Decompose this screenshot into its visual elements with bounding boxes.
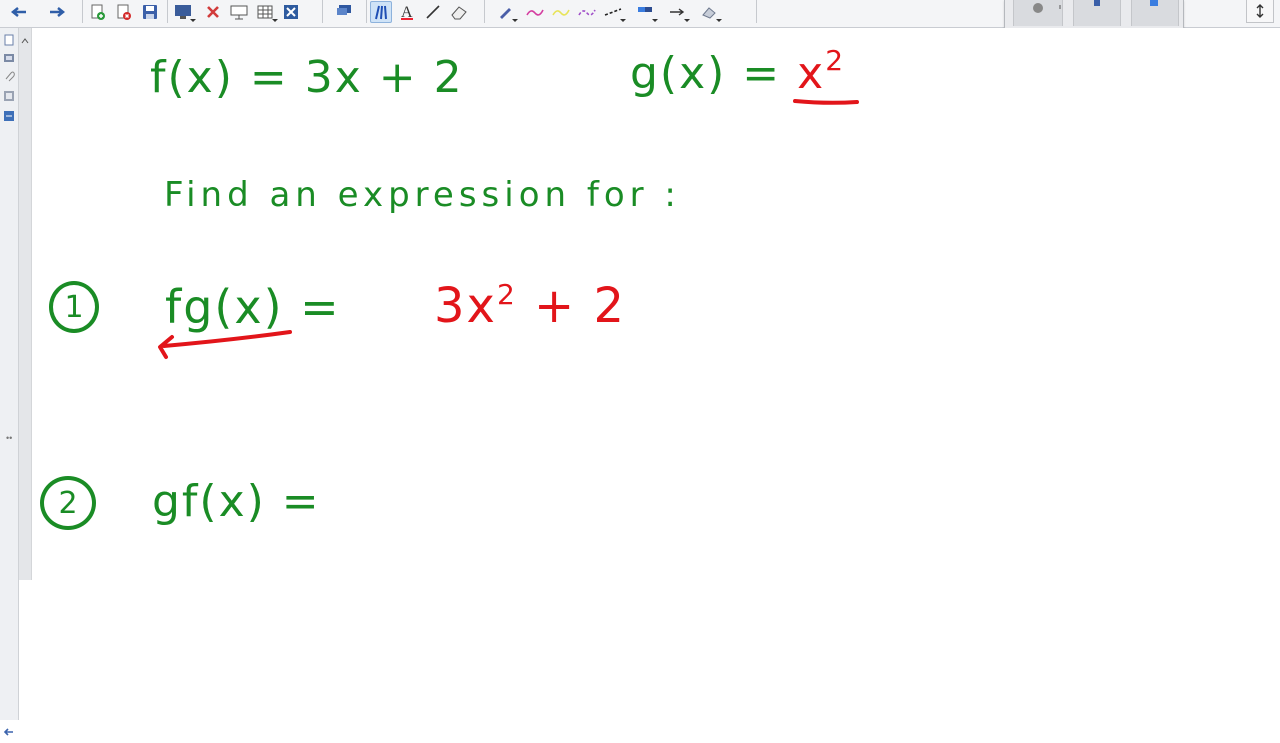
page-sorter-icon[interactable] [3, 33, 15, 46]
color-button[interactable] [1073, 0, 1121, 26]
pen-types-group [486, 0, 757, 23]
pen-color-icon[interactable] [494, 1, 518, 23]
ink-strokes [158, 99, 859, 359]
delete-icon[interactable] [202, 1, 224, 23]
forward-arrow-icon[interactable] [46, 1, 68, 23]
creative-pen-icon[interactable] [576, 1, 598, 23]
capture-group [326, 0, 367, 23]
scroll-up-icon[interactable] [21, 31, 29, 49]
eraser-icon[interactable] [448, 1, 470, 23]
tools-group-1 [170, 0, 323, 23]
line-style-button[interactable] [1013, 0, 1063, 26]
screen-shade-icon[interactable] [172, 1, 196, 23]
up-down-arrow-icon [1256, 4, 1264, 18]
arrow-tool-icon[interactable] [666, 1, 690, 23]
move-sidebar-icon[interactable] [3, 725, 15, 743]
x-squared-underline [793, 99, 859, 105]
gallery-icon[interactable] [3, 51, 15, 63]
toolbar-resize-button[interactable] [1246, 0, 1274, 23]
line-icon[interactable] [422, 1, 444, 23]
shape-icon[interactable] [698, 1, 722, 23]
pens-icon[interactable] [370, 0, 392, 23]
display-icon[interactable] [228, 1, 250, 23]
properties-icon[interactable] [3, 89, 15, 101]
close-box-icon[interactable] [280, 1, 302, 23]
transparency-button[interactable] [1131, 0, 1179, 26]
save-icon[interactable] [139, 1, 161, 23]
whiteboard-canvas[interactable]: f(x) = 3x + 2 g(x) = x2 Find an expressi… [32, 28, 1280, 720]
draw-group: A [368, 0, 485, 23]
attachments-icon[interactable] [3, 69, 15, 82]
page-group [85, 0, 168, 23]
fg-direction-arrow [158, 330, 292, 359]
text-icon[interactable]: A [396, 1, 418, 23]
page-scroll-strip[interactable] [19, 28, 32, 580]
delete-page-icon[interactable] [113, 1, 135, 23]
side-tabs: •• [0, 28, 19, 736]
highlighter-icon[interactable] [550, 1, 572, 23]
capture-icon[interactable] [334, 1, 356, 23]
magic-pen-icon[interactable] [524, 1, 546, 23]
back-arrow-icon[interactable] [8, 1, 30, 23]
collapse-handle-icon[interactable]: •• [6, 433, 12, 443]
dashed-line-icon[interactable] [602, 1, 626, 23]
table-icon[interactable] [254, 1, 278, 23]
toolbar: A [0, 0, 1280, 30]
add-page-icon[interactable] [87, 1, 109, 23]
fill-icon[interactable] [634, 1, 658, 23]
addons-icon[interactable] [3, 109, 15, 121]
nav-group [6, 0, 83, 23]
properties-panel [1004, 0, 1184, 30]
